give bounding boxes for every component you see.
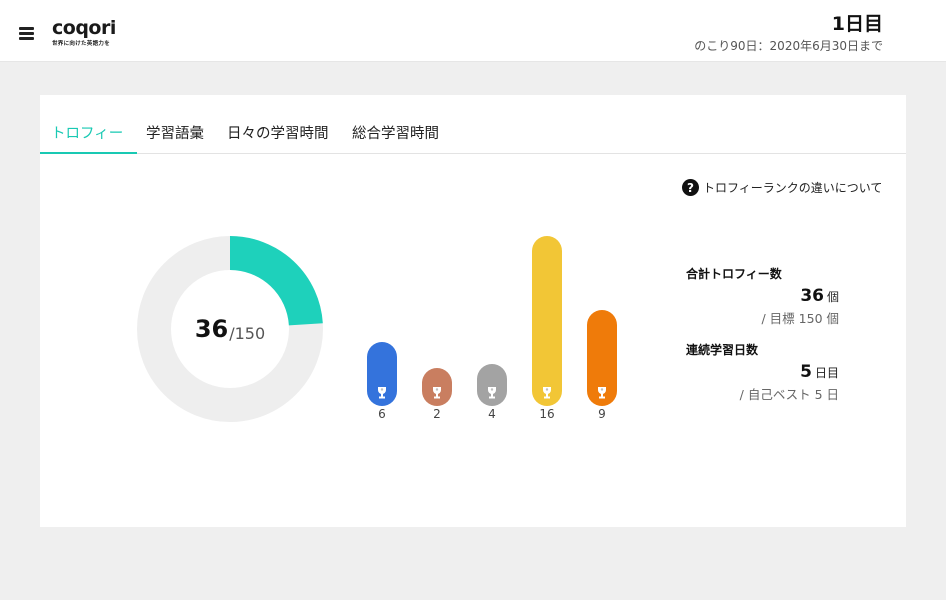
total-trophies-value: 36 [800,286,824,306]
streak-value: 5 [800,362,812,382]
trophy-card: トロフィー 学習語彙 日々の学習時間 総合学習時間 ? トロフィーランクの違いに… [40,95,906,527]
trophy-bar-value: 16 [539,407,555,421]
trophy-bar-value: 2 [433,407,441,421]
menu-icon[interactable] [19,27,34,40]
trophy-bar-value: 9 [598,407,606,421]
streak-block: 連続学習日数 5 日目 / 自己ベスト 5 日 [686,341,839,403]
trophy-icon [532,386,562,400]
personal-best-text: / 自己ベスト 5 日 [739,387,839,402]
remaining-days: のこり90日：2020年6月30日まで [694,39,883,53]
trophy-bar [532,236,562,406]
app-header: coqori 世界に向けた英語力を 1日目 のこり90日：2020年6月30日ま… [0,0,946,62]
total-trophies-unit: 個 [826,290,839,304]
logo-tagline: 世界に向けた英語力を [52,41,111,47]
logo-text: coqori [52,17,116,39]
day-count: 1日目 [831,13,883,35]
trophy-bar [587,310,617,406]
trophy-bar [477,363,507,406]
trophy-bar [367,342,397,406]
trophy-icon [587,386,617,400]
trophy-bar-value: 6 [378,407,386,421]
total-trophies-block: 合計トロフィー数 36 個 / 目標 150 個 [686,265,839,327]
streak-unit: 日目 [814,366,839,380]
logo[interactable]: coqori 世界に向けた英語力を [52,18,116,47]
trophy-icon [477,386,507,400]
trophy-bar [422,368,452,406]
trophy-icon [422,386,452,400]
streak-title: 連続学習日数 [686,343,759,357]
trophy-bar-value: 4 [488,407,496,421]
trophy-goal-text: / 目標 150 個 [761,311,840,326]
trophy-icon [367,386,397,400]
trophy-stats: 合計トロフィー数 36 個 / 目標 150 個 連続学習日数 5 日目 / 自己ベ… [686,265,839,403]
total-trophies-title: 合計トロフィー数 [686,267,782,281]
